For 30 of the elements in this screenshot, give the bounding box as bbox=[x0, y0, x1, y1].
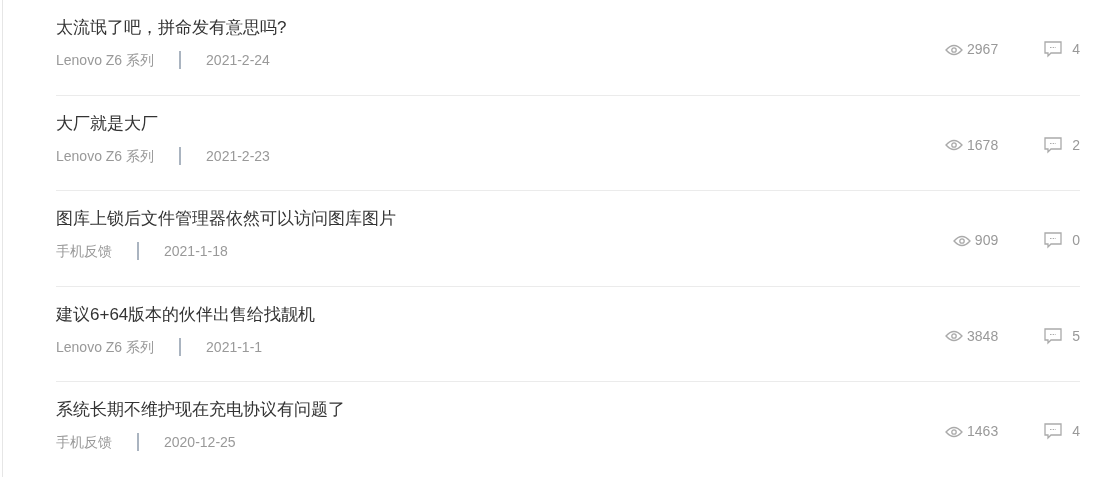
comment-icon bbox=[1044, 41, 1063, 58]
view-count: 2967 bbox=[967, 40, 999, 59]
post-title[interactable]: 系统长期不维护现在充电协议有问题了 bbox=[56, 400, 345, 419]
comment-count: 5 bbox=[1072, 326, 1080, 346]
post-title[interactable]: 建议6+64版本的伙伴出售给找靓机 bbox=[56, 304, 316, 324]
view-count: 3848 bbox=[967, 326, 999, 346]
eye-icon bbox=[945, 139, 964, 151]
post-date: 2021-1-18 bbox=[164, 242, 228, 260]
post-date: 2021-2-23 bbox=[206, 146, 270, 165]
post-title[interactable]: 图库上锁后文件管理器依然可以访问图库图片 bbox=[56, 209, 396, 228]
comment-icon bbox=[1044, 327, 1063, 345]
eye-icon bbox=[945, 43, 964, 56]
post-date: 2020-12-25 bbox=[164, 433, 236, 451]
post-title[interactable]: 太流氓了吧，拼命发有意思吗? bbox=[56, 18, 287, 37]
view-count: 1678 bbox=[967, 135, 999, 155]
comment-icon bbox=[1044, 423, 1063, 440]
view-count: 1463 bbox=[967, 422, 999, 441]
comment-icon bbox=[1044, 136, 1063, 154]
post-title[interactable]: 大厂就是大厂 bbox=[56, 113, 158, 133]
eye-icon bbox=[945, 330, 964, 342]
comment-count: 0 bbox=[1072, 231, 1080, 250]
comment-count: 2 bbox=[1072, 135, 1080, 155]
comment-icon bbox=[1044, 232, 1063, 249]
post-date: 2021-2-24 bbox=[206, 51, 270, 69]
eye-icon bbox=[952, 234, 971, 247]
eye-icon bbox=[945, 425, 964, 438]
comment-count: 4 bbox=[1072, 422, 1080, 441]
view-count: 909 bbox=[974, 231, 999, 250]
post-date: 2021-1-1 bbox=[206, 337, 263, 356]
comment-count: 4 bbox=[1072, 40, 1080, 59]
